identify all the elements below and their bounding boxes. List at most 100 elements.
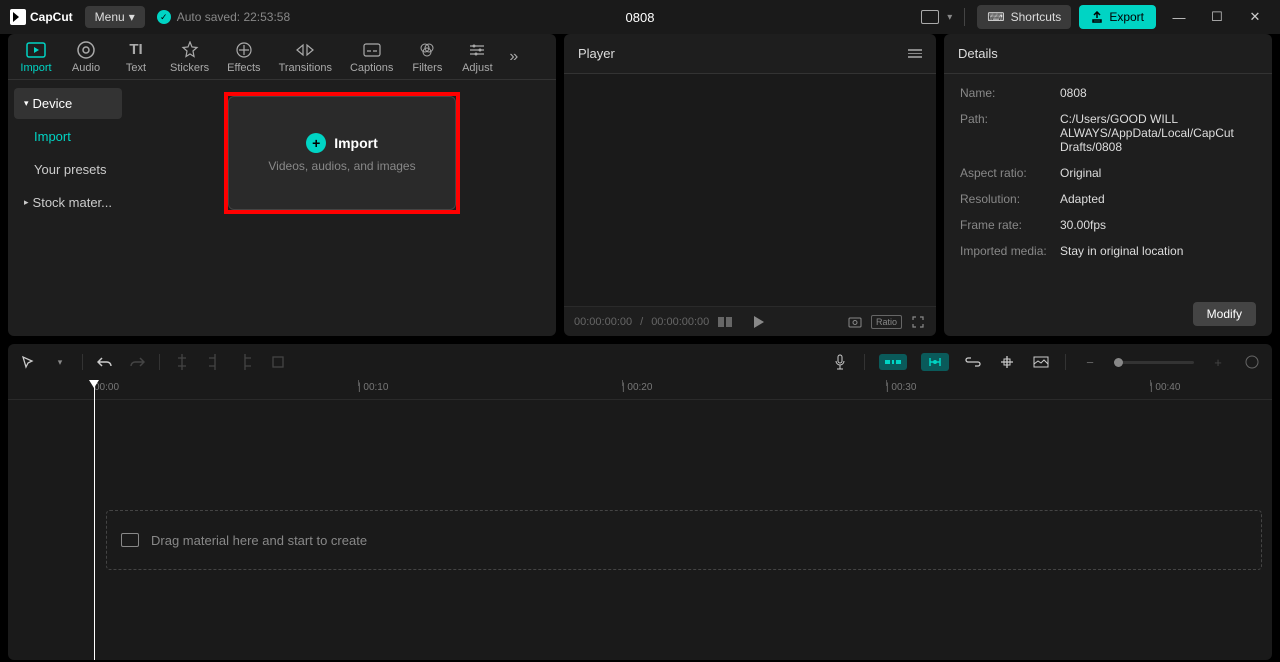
sidebar-item-device[interactable]: ▾Device xyxy=(14,88,122,119)
autosave-text: Auto saved: 22:53:58 xyxy=(177,10,290,24)
shortcuts-button[interactable]: ⌨ Shortcuts xyxy=(977,5,1071,29)
tab-text[interactable]: TI Text xyxy=(112,36,160,78)
fullscreen-icon[interactable] xyxy=(910,314,926,330)
effects-icon xyxy=(234,40,254,60)
tab-label: Effects xyxy=(227,62,260,74)
modify-button[interactable]: Modify xyxy=(1193,302,1256,326)
capcut-logo-icon xyxy=(10,9,26,25)
tab-label: Text xyxy=(126,62,146,74)
tab-filters[interactable]: Filters xyxy=(403,36,451,78)
magnet-aux-icon[interactable] xyxy=(921,353,949,371)
export-icon xyxy=(1091,11,1103,23)
redo-button[interactable] xyxy=(127,352,147,372)
detail-row-path: Path:C:/Users/GOOD WILL ALWAYS/AppData/L… xyxy=(960,112,1256,154)
tab-adjust[interactable]: Adjust xyxy=(453,36,501,78)
separator xyxy=(82,354,83,370)
detail-label: Resolution: xyxy=(960,192,1060,206)
chevron-right-icon: ▸ xyxy=(24,197,29,208)
sidebar-item-presets[interactable]: Your presets xyxy=(14,154,122,185)
details-header: Details xyxy=(944,34,1272,74)
chevron-down-icon[interactable]: ▾ xyxy=(947,12,952,23)
minimize-button[interactable]: — xyxy=(1164,5,1194,29)
detail-row-name: Name:0808 xyxy=(960,86,1256,100)
mic-icon[interactable] xyxy=(830,352,850,372)
captions-icon xyxy=(362,40,382,60)
sidebar-item-stock[interactable]: ▸ Stock mater... xyxy=(14,187,122,218)
shortcuts-label: Shortcuts xyxy=(1011,10,1062,24)
maximize-button[interactable]: ☐ xyxy=(1202,5,1232,29)
timeline[interactable]: 00:00 | 00:10 | 00:20 | 00:30 | 00:40 Dr… xyxy=(8,380,1272,660)
menu-button[interactable]: Menu ▾ xyxy=(85,6,145,28)
titlebar: CapCut Menu ▾ ✓ Auto saved: 22:53:58 080… xyxy=(0,0,1280,34)
timeline-ruler[interactable]: 00:00 | 00:10 | 00:20 | 00:30 | 00:40 xyxy=(8,380,1272,400)
details-title: Details xyxy=(958,46,998,61)
import-title: Import xyxy=(334,135,378,151)
import-dropzone[interactable]: + Import Videos, audios, and images xyxy=(228,96,456,210)
layout-icon[interactable] xyxy=(921,10,939,24)
tab-import[interactable]: Import xyxy=(12,36,60,78)
player-viewport[interactable] xyxy=(564,74,936,306)
zoom-fit-icon[interactable] xyxy=(1242,352,1262,372)
tab-audio[interactable]: Audio xyxy=(62,36,110,78)
export-button[interactable]: Export xyxy=(1079,5,1156,29)
tab-captions[interactable]: Captions xyxy=(342,36,401,78)
play-button[interactable] xyxy=(751,314,767,330)
project-title: 0808 xyxy=(626,10,655,25)
import-area: + Import Videos, audios, and images xyxy=(128,80,556,336)
sidebar-label: Stock mater... xyxy=(33,195,112,210)
magnet-main-icon[interactable] xyxy=(879,354,907,370)
details-panel: Details Name:0808 Path:C:/Users/GOOD WIL… xyxy=(944,34,1272,336)
player-header: Player xyxy=(564,34,936,74)
delete-left-button[interactable] xyxy=(204,352,224,372)
import-subtitle: Videos, audios, and images xyxy=(268,159,415,173)
detail-value: Original xyxy=(1060,166,1256,180)
preview-axis-icon[interactable] xyxy=(997,352,1017,372)
chevron-down-icon: ▾ xyxy=(129,10,135,24)
filters-icon xyxy=(417,40,437,60)
detail-label: Imported media: xyxy=(960,244,1060,258)
detail-row-resolution: Resolution:Adapted xyxy=(960,192,1256,206)
export-label: Export xyxy=(1109,10,1144,24)
compare-icon[interactable] xyxy=(717,314,733,330)
close-button[interactable]: ✕ xyxy=(1240,5,1270,29)
timeline-dropzone[interactable]: Drag material here and start to create xyxy=(106,510,1262,570)
delete-right-button[interactable] xyxy=(236,352,256,372)
tab-effects[interactable]: Effects xyxy=(219,36,268,78)
import-tab-icon xyxy=(26,40,46,60)
chevron-down-icon: ▾ xyxy=(24,98,29,109)
ruler-mark: | 00:30 xyxy=(886,382,916,393)
crop-button[interactable] xyxy=(268,352,288,372)
detail-label: Name: xyxy=(960,86,1060,100)
ruler-mark: | 00:10 xyxy=(358,382,388,393)
tab-stickers[interactable]: Stickers xyxy=(162,36,217,78)
drag-hint-text: Drag material here and start to create xyxy=(151,533,367,548)
tab-label: Import xyxy=(20,62,51,74)
cover-icon[interactable] xyxy=(1031,352,1051,372)
playhead[interactable] xyxy=(94,380,95,660)
pointer-tool-icon[interactable] xyxy=(18,352,38,372)
detail-row-media: Imported media:Stay in original location xyxy=(960,244,1256,258)
dropdown-icon[interactable]: ▾ xyxy=(50,352,70,372)
detail-label: Aspect ratio: xyxy=(960,166,1060,180)
snapshot-icon[interactable] xyxy=(847,314,863,330)
detail-value: Stay in original location xyxy=(1060,244,1256,258)
split-button[interactable] xyxy=(172,352,192,372)
link-icon[interactable] xyxy=(963,352,983,372)
ratio-button[interactable]: Ratio xyxy=(871,315,902,329)
player-menu-icon[interactable] xyxy=(908,49,922,58)
undo-button[interactable] xyxy=(95,352,115,372)
highlight-box: + Import Videos, audios, and images xyxy=(224,92,460,214)
tabs-more-button[interactable]: » xyxy=(503,48,524,66)
plus-icon: + xyxy=(306,133,326,153)
tab-transitions[interactable]: Transitions xyxy=(271,36,340,78)
zoom-in-icon[interactable]: + xyxy=(1208,352,1228,372)
detail-label: Frame rate: xyxy=(960,218,1060,232)
zoom-slider[interactable] xyxy=(1114,361,1194,364)
tab-label: Captions xyxy=(350,62,393,74)
time-separator: / xyxy=(640,316,643,328)
player-panel: Player 00:00:00:00 / 00:00:00:00 Ratio xyxy=(564,34,936,336)
zoom-out-icon[interactable]: − xyxy=(1080,352,1100,372)
divider xyxy=(964,8,965,26)
sidebar-item-import[interactable]: Import xyxy=(14,121,122,152)
adjust-icon xyxy=(467,40,487,60)
